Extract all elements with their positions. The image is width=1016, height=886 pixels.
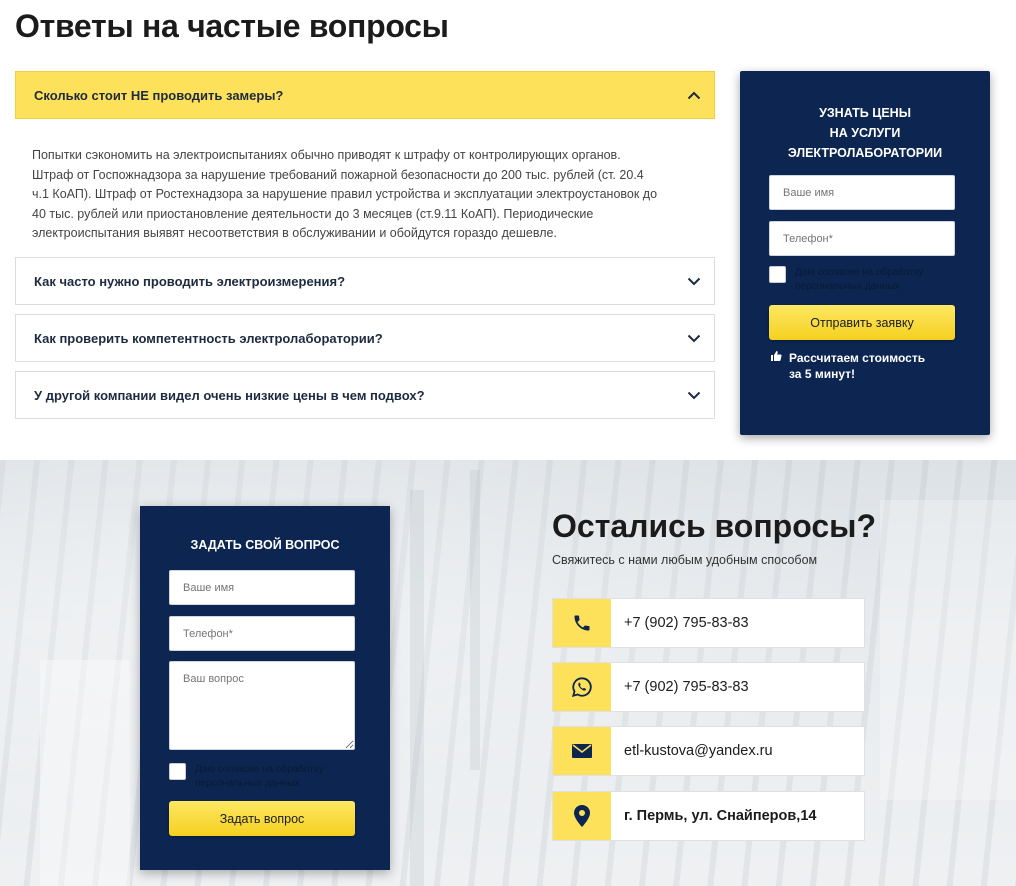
faq-answer-line: электроиспытания выявят несоответствия в… xyxy=(32,226,557,240)
chevron-down-icon[interactable] xyxy=(684,385,704,405)
contact-phone[interactable]: +7 (902) 795-83-83 xyxy=(552,598,865,648)
faq-item-2[interactable]: Как часто нужно проводить электроизмерен… xyxy=(15,257,715,305)
faq-answer-line: 40 тыс. рублей или приостановление деяте… xyxy=(32,206,594,221)
faq-question: Как проверить компетентность электролабо… xyxy=(34,330,383,346)
question-consent-checkbox[interactable] xyxy=(169,763,186,780)
whatsapp-icon xyxy=(553,663,611,711)
faq-item-4[interactable]: У другой компании видел очень низкие цен… xyxy=(15,371,715,419)
background-panel xyxy=(880,500,1016,800)
consent-label: Даю согласие на обработку персональных д… xyxy=(795,267,924,292)
contact-address[interactable]: г. Пермь, ул. Снайперов,14 xyxy=(552,791,865,841)
contact-text: +7 (902) 795-83-83 xyxy=(624,679,749,695)
promo-line: Рассчитаем стоимость xyxy=(789,351,926,365)
name-input[interactable] xyxy=(769,175,955,210)
contact-email[interactable]: etl-kustova@yandex.ru xyxy=(552,726,865,776)
chevron-down-icon[interactable] xyxy=(684,271,704,291)
ask-question-button[interactable]: Задать вопрос xyxy=(169,801,355,836)
location-pin-icon xyxy=(553,792,611,840)
faq-answer-line: Попытки сэкономить на электроиспытаниях … xyxy=(32,148,621,162)
faq-question: Сколько стоит НЕ проводить замеры? xyxy=(34,87,284,103)
question-name-input[interactable] xyxy=(169,570,355,605)
faq-answer-line: ч.1 КоАП). Штраф от Ростехнадзора за нар… xyxy=(32,187,658,201)
faq-item-1[interactable]: Сколько стоит НЕ проводить замеры? xyxy=(15,71,715,119)
contacts-title: Остались вопросы? xyxy=(552,508,876,544)
faq-item-3[interactable]: Как проверить компетентность электролабо… xyxy=(15,314,715,362)
background-panel xyxy=(40,660,130,886)
price-form-title: УЗНАТЬ ЦЕНЫ НА УСЛУГИ ЭЛЕКТРОЛАБОРАТОРИИ xyxy=(787,106,943,160)
phone-input[interactable] xyxy=(769,221,955,256)
submit-request-button[interactable]: Отправить заявку xyxy=(769,305,955,340)
chevron-down-icon[interactable] xyxy=(684,328,704,348)
contact-text: etl-kustova@yandex.ru xyxy=(624,743,773,759)
background-cable xyxy=(410,490,424,886)
contact-text: г. Пермь, ул. Снайперов,14 xyxy=(624,808,817,824)
contacts-subtitle: Свяжитесь с нами любым удобным способом xyxy=(552,553,818,567)
phone-icon xyxy=(553,599,611,647)
thumbs-up-icon xyxy=(770,350,782,382)
promo-line: за 5 минут! xyxy=(789,367,856,381)
faq-answer: Попытки сэкономить на электроиспытаниях … xyxy=(32,146,672,244)
promo-note: Рассчитаем стоимость за 5 минут! xyxy=(770,350,925,382)
question-consent-label: Даю согласие на обработку персональных д… xyxy=(195,764,324,789)
background-cable xyxy=(470,470,480,770)
email-icon xyxy=(553,727,611,775)
contact-whatsapp[interactable]: +7 (902) 795-83-83 xyxy=(552,662,865,712)
faq-question: Как часто нужно проводить электроизмерен… xyxy=(34,273,346,289)
ask-form-title: ЗАДАТЬ СВОЙ ВОПРОС xyxy=(190,538,340,552)
question-textarea[interactable] xyxy=(169,661,355,750)
faq-answer-line: Штраф от Госпожнадзора за нарушение треб… xyxy=(32,167,644,182)
faq-title: Ответы на частые вопросы xyxy=(15,8,449,44)
consent-checkbox[interactable] xyxy=(769,266,786,283)
faq-question: У другой компании видел очень низкие цен… xyxy=(34,387,425,403)
contact-text: +7 (902) 795-83-83 xyxy=(624,615,749,631)
chevron-up-icon[interactable] xyxy=(684,85,704,105)
question-phone-input[interactable] xyxy=(169,616,355,651)
